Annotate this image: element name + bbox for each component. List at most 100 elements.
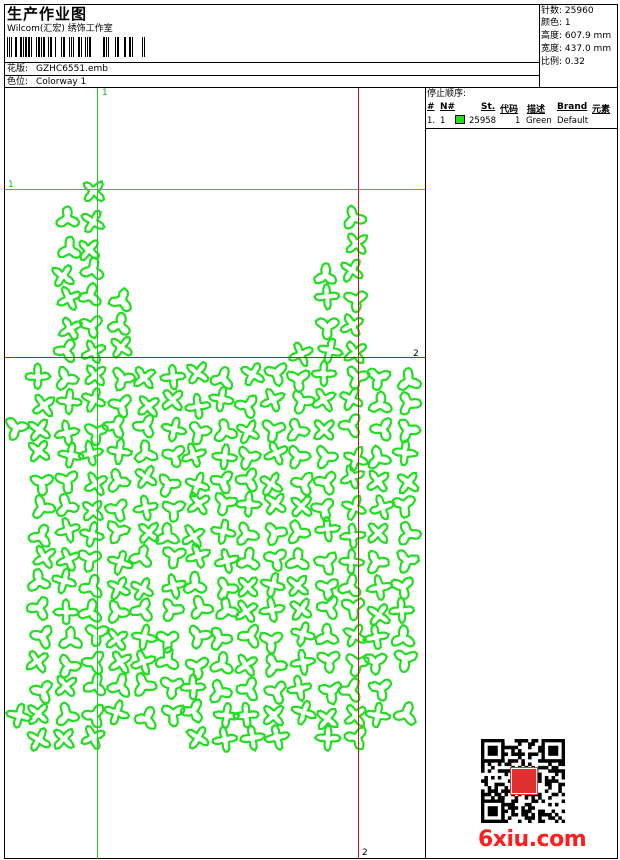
- stitch-squiggle: [110, 335, 133, 359]
- stitch-squiggle: [51, 566, 78, 595]
- stitch-squiggle: [51, 597, 81, 626]
- stitch-squiggle: [57, 235, 82, 260]
- vertical-guide-green[interactable]: [97, 88, 98, 859]
- stitch-squiggle: [259, 571, 287, 599]
- stitch-squiggle: [213, 547, 241, 575]
- stitch-squiggle: [83, 471, 109, 497]
- stitch-squiggle: [338, 522, 367, 550]
- stitch-squiggle: [388, 596, 416, 625]
- header-divider: [4, 62, 540, 63]
- stitch-squiggle: [238, 445, 263, 471]
- header-divider-2: [4, 75, 540, 76]
- stitch-squiggle: [365, 367, 392, 392]
- width-stat: 宽度: 437.0 mm: [541, 44, 612, 54]
- stitch-squiggle: [131, 413, 155, 439]
- seal-stamp: [511, 768, 537, 794]
- stitch-squiggle: [133, 705, 157, 730]
- stitch-squiggle: [106, 519, 132, 545]
- row-num: 1.: [427, 116, 436, 126]
- stitch-squiggle: [27, 439, 51, 463]
- horizontal-guide-red[interactable]: [5, 357, 425, 358]
- stitch-squiggle: [313, 262, 338, 285]
- stitch-squiggle: [288, 341, 314, 368]
- stitch-squiggle: [262, 548, 288, 573]
- stitch-squiggle: [343, 290, 369, 314]
- stitch-squiggle: [233, 394, 258, 420]
- stitch-squiggle: [181, 442, 208, 469]
- row-desc: Green: [526, 116, 552, 126]
- stitch-squiggle: [365, 573, 394, 601]
- stitch-squiggle: [58, 653, 83, 679]
- stitch-squiggle: [215, 596, 240, 621]
- stitch-squiggle: [55, 387, 83, 416]
- stitch-squiggle: [316, 650, 341, 674]
- vertical-guide-red[interactable]: [358, 88, 359, 859]
- stitch-squiggle: [213, 702, 241, 730]
- stitch-squiggle: [342, 623, 368, 648]
- stitch-squiggle: [259, 471, 284, 497]
- stitch-squiggle: [340, 494, 367, 522]
- guide-label-h-green: 1: [8, 180, 14, 190]
- stitch-squiggle: [312, 470, 337, 496]
- stitch-squiggle: [185, 542, 211, 570]
- stitch-squiggle: [31, 393, 56, 418]
- stitch-squiggle: [313, 282, 341, 311]
- stitch-squiggle: [339, 463, 366, 490]
- stitch-squiggle: [80, 209, 106, 234]
- stitch-squiggle: [314, 622, 340, 646]
- stitch-squiggle: [53, 516, 81, 545]
- stitch-squiggle: [78, 573, 103, 599]
- row-n: 1: [440, 116, 446, 126]
- horizontal-guide-green[interactable]: [5, 189, 425, 190]
- stitches-stat: 针数: 25960: [541, 6, 594, 16]
- stitch-squiggle: [287, 518, 312, 545]
- stitch-squiggle: [258, 631, 284, 655]
- stitch-squiggle: [134, 671, 158, 697]
- col-brand: Brand: [557, 102, 588, 112]
- stitch-squiggle: [154, 646, 180, 671]
- stitch-squiggle: [216, 576, 240, 601]
- stitch-squiggle: [107, 286, 132, 313]
- stitch-squiggle: [161, 389, 184, 412]
- stitch-squiggle: [107, 467, 132, 493]
- stitch-squiggle: [290, 699, 317, 726]
- colorway-label: 色位:: [7, 77, 29, 87]
- stitch-squiggle: [55, 701, 81, 727]
- stitch-squiggle: [27, 418, 51, 443]
- stitch-squiggle: [364, 701, 391, 729]
- stitch-squiggle: [106, 549, 134, 577]
- stitch-squiggle: [128, 597, 154, 623]
- stitch-squiggle: [26, 727, 52, 752]
- stitch-squiggle: [108, 650, 133, 675]
- stitch-squiggle: [339, 386, 364, 412]
- stitch-squiggle: [52, 338, 76, 364]
- guide-label-h-red: 2: [413, 349, 419, 359]
- stitch-squiggle: [26, 567, 52, 592]
- stitch-squiggle: [367, 390, 393, 414]
- stitch-squiggle: [311, 387, 338, 413]
- stitch-squiggle: [339, 258, 364, 284]
- stitch-squiggle: [55, 366, 80, 392]
- stitch-squiggle: [209, 651, 235, 675]
- stitch-squiggle: [134, 464, 158, 490]
- stitch-squiggle: [103, 698, 131, 726]
- stitch-squiggle: [209, 365, 234, 391]
- col-stitches: St.: [481, 102, 496, 112]
- stitch-squiggle: [261, 419, 287, 444]
- stitch-squiggle: [392, 700, 417, 727]
- stitch-squiggle: [263, 361, 288, 388]
- stitch-squiggle: [78, 520, 106, 548]
- stitch-squiggle: [316, 337, 345, 365]
- stitch-squiggle: [188, 624, 213, 650]
- stitch-squiggle: [234, 653, 259, 678]
- stitch-squiggle: [161, 572, 188, 601]
- stitch-squiggle: [131, 494, 160, 522]
- stitch-squiggle: [210, 626, 234, 651]
- stitch-squiggle: [52, 727, 76, 751]
- stitch-squiggle: [133, 439, 159, 464]
- stitch-squiggle: [236, 521, 261, 546]
- stitch-squiggle: [53, 419, 81, 447]
- stitch-squiggle: [106, 311, 131, 336]
- stitch-squiggle: [214, 492, 239, 517]
- guide-label-v-green: 1: [102, 88, 108, 98]
